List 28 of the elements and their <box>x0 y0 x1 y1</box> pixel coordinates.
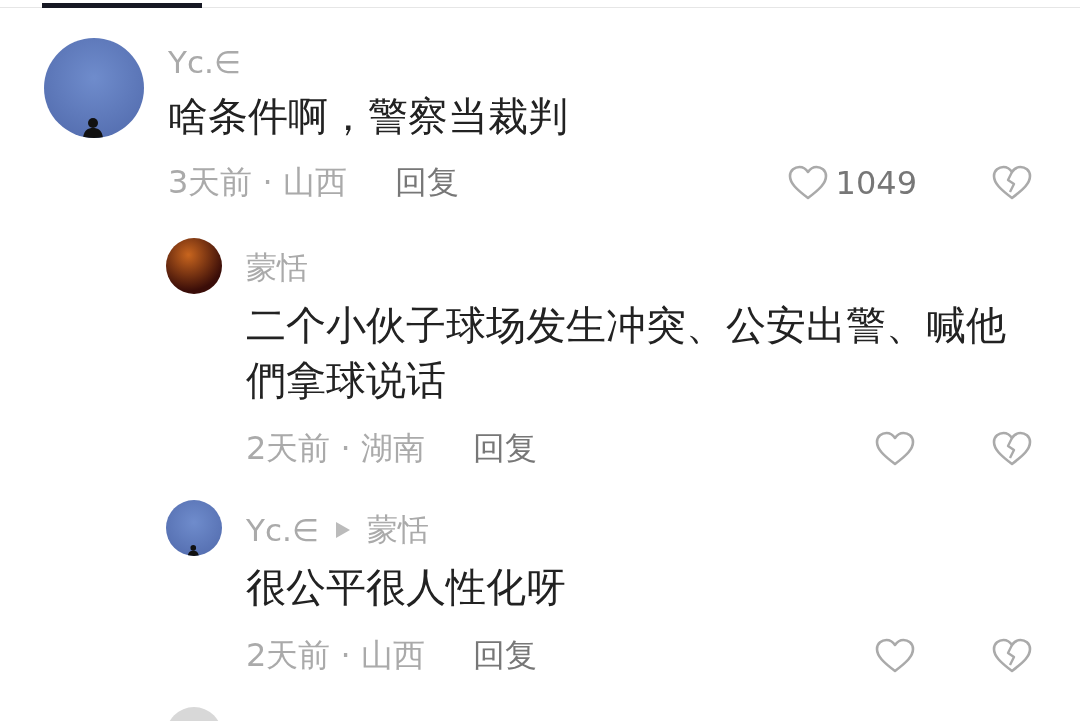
comment-text: 啥条件啊，警察当裁判 <box>168 92 569 141</box>
avatar[interactable] <box>166 238 222 294</box>
reply-button[interactable]: 回复 <box>472 634 537 678</box>
broken-heart-icon <box>992 638 1032 674</box>
broken-heart-icon <box>992 431 1032 467</box>
play-icon <box>334 521 351 539</box>
heart-icon <box>875 431 915 467</box>
comment-meta: 3天前 · 山西 <box>168 162 347 203</box>
like-button[interactable] <box>875 431 915 467</box>
like-button[interactable]: 1049 <box>787 164 917 202</box>
username[interactable]: 蒙恬 <box>246 247 308 289</box>
dislike-button[interactable] <box>992 431 1032 467</box>
comment-meta: 2天前 · 山西 <box>246 635 425 676</box>
comment-meta: 2天前 · 湖南 <box>246 428 425 469</box>
heart-icon <box>787 165 828 201</box>
username[interactable]: Yc.∈ <box>168 44 241 80</box>
reply-button[interactable]: 回复 <box>472 427 537 471</box>
heart-icon <box>875 638 915 674</box>
reply-button[interactable]: 回复 <box>394 161 459 205</box>
avatar[interactable] <box>166 500 222 556</box>
username[interactable]: 蒙恬 <box>366 509 429 551</box>
dislike-button[interactable] <box>992 165 1032 201</box>
username[interactable]: Yc.∈ <box>246 512 319 548</box>
dislike-button[interactable] <box>992 638 1032 674</box>
comment-text: 很公平很人性化呀 <box>246 563 567 612</box>
like-button[interactable] <box>875 638 915 674</box>
broken-heart-icon <box>992 165 1032 201</box>
comment-text: 二个小伙子球场发生冲突、公安出警、喊他們拿球说话 <box>246 301 1007 405</box>
